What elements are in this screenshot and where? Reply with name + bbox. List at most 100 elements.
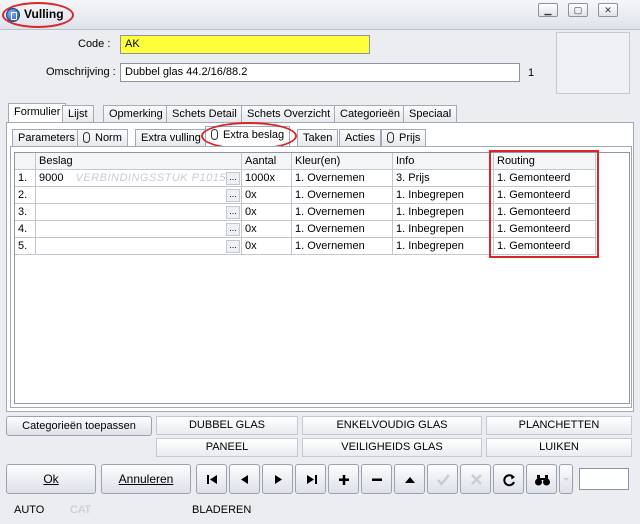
confirm-button[interactable] [427, 464, 458, 494]
tab-formulier[interactable]: Formulier [8, 103, 67, 124]
subtab-prijs[interactable]: Prijs [381, 129, 427, 147]
beslag-cell[interactable]: 9000 VERBINDINGSSTUK P1015 [36, 170, 242, 187]
aantal-cell[interactable]: 0x [242, 238, 292, 255]
next-icon [275, 475, 282, 484]
category-paneel[interactable]: PANEEL [156, 438, 298, 457]
beslag-lookup-button[interactable]: ... [226, 189, 240, 202]
close-button[interactable]: ✕ [598, 3, 618, 17]
ok-button[interactable]: Ok [6, 464, 96, 494]
previous-record-button[interactable] [229, 464, 260, 494]
maximize-button[interactable]: ▢ [568, 3, 588, 17]
kleur-cell[interactable]: 1. Overnemen [292, 204, 393, 221]
grid-header-aantal: Aantal [242, 153, 292, 170]
up-icon [405, 477, 415, 483]
beslag-cell[interactable] [36, 238, 242, 255]
category-planchetten[interactable]: PLANCHETTEN [486, 416, 632, 435]
beslag-code: 9000 [39, 172, 64, 184]
beslag-lookup-button[interactable]: ... [226, 223, 240, 236]
beslag-lookup-button[interactable]: ... [226, 206, 240, 219]
next-record-button[interactable] [262, 464, 293, 494]
refresh-button[interactable] [493, 464, 524, 494]
subtab-prijs-label: Prijs [399, 132, 421, 144]
omschrijving-count: 1 [528, 67, 535, 79]
beslag-cell[interactable] [36, 187, 242, 204]
status-cat: CAT [70, 504, 92, 516]
status-mode: BLADEREN [192, 504, 252, 516]
cancel-button[interactable]: Annuleren [101, 464, 191, 494]
info-cell[interactable]: 1. Inbegrepen [393, 221, 494, 238]
add-icon [339, 475, 349, 485]
add-record-button[interactable] [328, 464, 359, 494]
subtab-acties[interactable]: Acties [339, 129, 381, 147]
search-dropdown-button[interactable] [559, 464, 573, 494]
code-input[interactable]: AK [120, 35, 370, 54]
edit-record-button[interactable] [394, 464, 425, 494]
tab-schets-overzicht[interactable]: Schets Overzicht [241, 105, 337, 123]
binoculars-icon [535, 475, 550, 486]
kleur-cell[interactable]: 1. Overnemen [292, 221, 393, 238]
tab-opmerking[interactable]: Opmerking [103, 105, 169, 123]
aantal-cell[interactable]: 0x [242, 221, 292, 238]
beslag-lookup-button[interactable]: ... [226, 240, 240, 253]
tab-lijst[interactable]: Lijst [62, 105, 94, 123]
image-preview [556, 32, 630, 94]
ok-label: Ok [43, 472, 59, 486]
info-cell[interactable]: 3. Prijs [393, 170, 494, 187]
apply-categories-button[interactable]: Categorieën toepassen [6, 416, 152, 436]
info-cell[interactable]: 1. Inbegrepen [393, 238, 494, 255]
title-bar: Vulling ▁ ▢ ✕ [0, 0, 640, 30]
tab-speciaal[interactable]: Speciaal [403, 105, 458, 123]
beslag-cell[interactable] [36, 204, 242, 221]
tab-categorieen[interactable]: Categorieën [334, 105, 406, 123]
category-veiligheids-glas[interactable]: VEILIGHEIDS GLAS [302, 438, 482, 457]
subtab-extra-vulling[interactable]: Extra vulling [135, 129, 207, 147]
annotation-rect-routing [489, 150, 599, 258]
first-record-button[interactable] [196, 464, 227, 494]
kleur-cell[interactable]: 1. Overnemen [292, 170, 393, 187]
first-icon [207, 475, 217, 484]
beslag-lookup-button[interactable]: ... [226, 172, 240, 185]
beslag-cell[interactable] [36, 221, 242, 238]
row-number: 3. [15, 204, 36, 221]
row-number: 5. [15, 238, 36, 255]
category-enkelvoudig-glas[interactable]: ENKELVOUDIG GLAS [302, 416, 482, 435]
discard-button[interactable] [460, 464, 491, 494]
search-button[interactable] [526, 464, 557, 494]
beslag-description: VERBINDINGSSTUK P1015 [75, 172, 226, 184]
paperclip-icon [83, 132, 90, 143]
subtab-norm-label: Norm [95, 132, 122, 144]
beslag-grid: Beslag Aantal Kleur(en) Info Routing 1. … [14, 150, 630, 404]
kleur-cell[interactable]: 1. Overnemen [292, 238, 393, 255]
grid-header-info: Info [393, 153, 494, 170]
status-auto: AUTO [14, 504, 45, 516]
omschrijving-input[interactable]: Dubbel glas 44.2/16/88.2 [120, 63, 520, 82]
minimize-button[interactable]: ▁ [538, 3, 558, 17]
grid-header-beslag: Beslag [36, 153, 242, 170]
info-cell[interactable]: 1. Inbegrepen [393, 187, 494, 204]
grid-header-kleur: Kleur(en) [292, 153, 393, 170]
row-number: 2. [15, 187, 36, 204]
aantal-cell[interactable]: 0x [242, 204, 292, 221]
cancel-label: Annuleren [118, 472, 174, 486]
delete-icon [372, 478, 382, 481]
omschrijving-label: Omschrijving : [46, 66, 116, 78]
confirm-icon [437, 474, 450, 486]
last-icon [307, 475, 317, 484]
category-luiken[interactable]: LUIKEN [486, 438, 632, 457]
kleur-cell[interactable]: 1. Overnemen [292, 187, 393, 204]
tab-schets-detail[interactable]: Schets Detail [166, 105, 243, 123]
refresh-icon [503, 474, 515, 487]
delete-record-button[interactable] [361, 464, 392, 494]
row-number: 1. [15, 170, 36, 187]
annotation-ellipse-title [2, 2, 74, 28]
subtab-norm[interactable]: Norm [77, 129, 128, 147]
row-number: 4. [15, 221, 36, 238]
info-cell[interactable]: 1. Inbegrepen [393, 204, 494, 221]
aantal-cell[interactable]: 0x [242, 187, 292, 204]
subtab-parameters[interactable]: Parameters [12, 129, 81, 147]
subtab-taken[interactable]: Taken [297, 129, 339, 147]
last-record-button[interactable] [295, 464, 326, 494]
record-number-input[interactable] [579, 468, 629, 490]
aantal-cell[interactable]: 1000x [242, 170, 292, 187]
category-dubbel-glas[interactable]: DUBBEL GLAS [156, 416, 298, 435]
